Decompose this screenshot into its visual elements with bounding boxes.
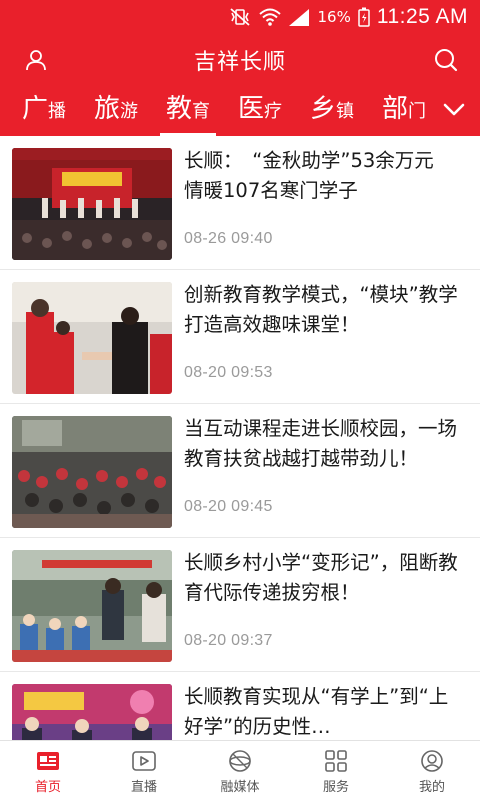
article-date: 08-20 09:37 (184, 632, 273, 649)
tab-label-main: 医 (237, 94, 264, 124)
tab-label-sub: 镇 (336, 101, 354, 122)
tab-label-main: 教 (165, 94, 192, 124)
nav-label: 首页 (34, 780, 61, 795)
nav-services[interactable]: 服务 (288, 741, 384, 800)
search-icon (435, 49, 458, 72)
article-date: 08-26 09:40 (184, 230, 273, 247)
article-title: 当互动课程走进长顺校园，一场教育扶贫战越打越带劲儿！ (184, 417, 458, 470)
mute-vibrate-icon (230, 8, 251, 26)
nav-media[interactable]: 融媒体 (192, 741, 288, 800)
grid-icon (325, 750, 347, 772)
channel-tabs: 广播 旅游 教育 医疗 乡镇 部门 (0, 86, 480, 136)
battery-percent: 16% (317, 8, 351, 26)
app-title: 吉祥长顺 (193, 50, 286, 75)
status-bar: 16% 11:25 AM (0, 0, 480, 34)
list-item[interactable]: 长顺乡村小学“变形记”，阻断教育代际传递拔穷根！ 08-20 09:37 (0, 538, 480, 672)
tab-tourism[interactable]: 旅游 (80, 86, 152, 136)
nav-label: 我的 (418, 780, 445, 795)
tab-medical[interactable]: 医疗 (224, 86, 296, 136)
play-icon (132, 751, 156, 771)
tab-department[interactable]: 部门 (368, 86, 440, 136)
home-news-icon (37, 752, 59, 770)
article-list: 长顺： “金秋助学”53余万元 情暖107名寒门学子 08-26 09:40 创… (0, 136, 480, 740)
list-item[interactable]: 创新教育教学模式，“模块”教学打造高效趣味课堂！ 08-20 09:53 (0, 270, 480, 404)
article-date: 08-20 09:53 (184, 364, 273, 381)
chevron-down-icon (443, 103, 465, 116)
list-item[interactable]: 长顺教育实现从“有学上”到“上好学”的历史性… (0, 672, 480, 740)
search-button[interactable] (432, 46, 460, 74)
tab-label-main: 广 (21, 94, 48, 124)
tab-broadcast[interactable]: 广播 (8, 86, 80, 136)
signal-icon (289, 9, 310, 26)
list-item[interactable]: 长顺： “金秋助学”53余万元 情暖107名寒门学子 08-26 09:40 (0, 136, 480, 270)
nav-home[interactable]: 首页 (0, 741, 96, 800)
clock: 11:25 AM (376, 5, 468, 28)
article-thumbnail (12, 550, 172, 662)
tab-label-sub: 疗 (264, 101, 282, 122)
article-title: 长顺： “金秋助学”53余万元 情暖107名寒门学子 (184, 149, 454, 202)
nav-label: 服务 (322, 780, 349, 795)
article-thumbnail (12, 416, 172, 528)
battery-icon (358, 7, 370, 27)
tab-label-sub: 游 (120, 101, 138, 122)
tab-label-main: 部 (381, 94, 408, 124)
status-icons: 16% 11:25 AM (228, 4, 468, 30)
nav-mine[interactable]: 我的 (384, 741, 480, 800)
wifi-icon (259, 8, 282, 26)
article-thumbnail (12, 684, 172, 740)
article-thumbnail (12, 282, 172, 394)
tab-label-main: 乡 (309, 94, 336, 124)
bottom-nav: 首页 直播 融媒体 服务 我的 (0, 740, 480, 800)
more-tabs-button[interactable] (440, 96, 468, 124)
tab-label-sub: 育 (192, 101, 210, 122)
tab-township[interactable]: 乡镇 (296, 86, 368, 136)
tab-label-sub: 门 (408, 101, 426, 122)
article-title: 创新教育教学模式，“模块”教学打造高效趣味课堂！ (184, 283, 458, 336)
user-icon (421, 750, 443, 772)
tab-label-main: 旅 (93, 94, 120, 124)
article-date: 08-20 09:45 (184, 498, 273, 515)
tab-label-sub: 播 (48, 101, 66, 122)
nav-live[interactable]: 直播 (96, 741, 192, 800)
article-title: 长顺乡村小学“变形记”，阻断教育代际传递拔穷根！ (184, 551, 458, 604)
tab-education[interactable]: 教育 (152, 86, 224, 136)
article-thumbnail (12, 148, 172, 260)
article-title: 长顺教育实现从“有学上”到“上好学”的历史性… (184, 685, 449, 738)
app-header: 吉祥长顺 (0, 34, 480, 86)
globe-icon (229, 750, 251, 772)
list-item[interactable]: 当互动课程走进长顺校园，一场教育扶贫战越打越带劲儿！ 08-20 09:45 (0, 404, 480, 538)
nav-label: 融媒体 (220, 780, 260, 795)
nav-label: 直播 (130, 780, 157, 795)
